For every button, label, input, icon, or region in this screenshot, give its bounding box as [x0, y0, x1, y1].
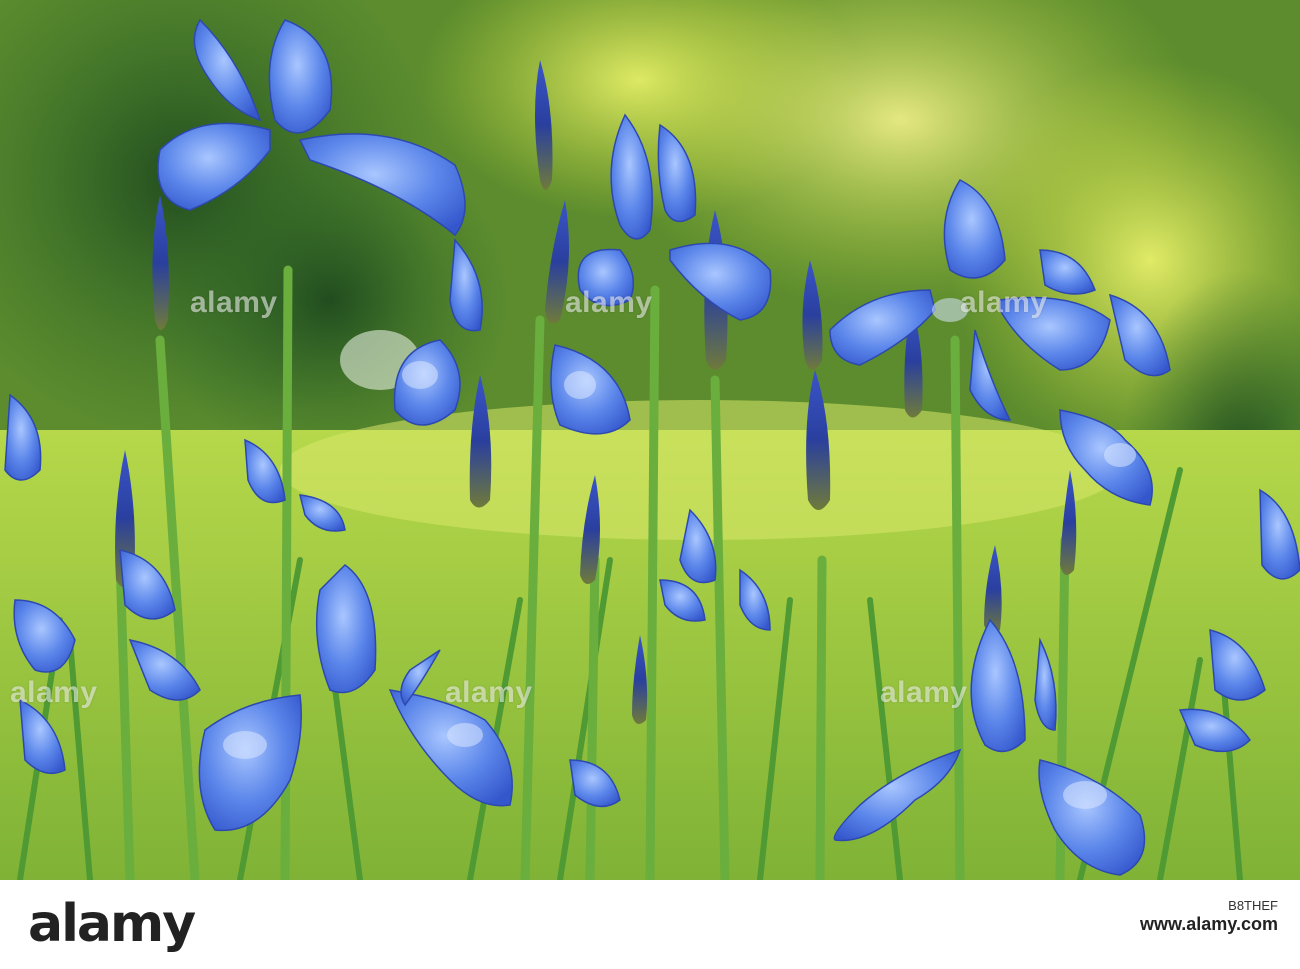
iris-photo: alamy alamy alamy alamy alamy alamy — [0, 0, 1300, 880]
watermark: alamy — [565, 286, 653, 319]
iris-photo-art — [0, 0, 1300, 880]
watermark: alamy — [960, 286, 1048, 319]
watermark: alamy — [190, 286, 278, 319]
lawn-sunspot — [280, 400, 1120, 540]
site-url[interactable]: www.alamy.com — [1140, 914, 1278, 935]
watermark: alamy — [880, 676, 968, 709]
watermark: alamy — [445, 676, 533, 709]
image-code: B8THEF — [1228, 898, 1278, 913]
watermark: alamy — [10, 676, 98, 709]
brand-logo: alamy — [28, 890, 196, 958]
brand-name: alamy — [28, 894, 196, 954]
stock-footer: alamy B8THEF www.alamy.com — [0, 880, 1300, 969]
stock-photo-frame: alamy alamy alamy alamy alamy alamy alam… — [0, 0, 1300, 969]
